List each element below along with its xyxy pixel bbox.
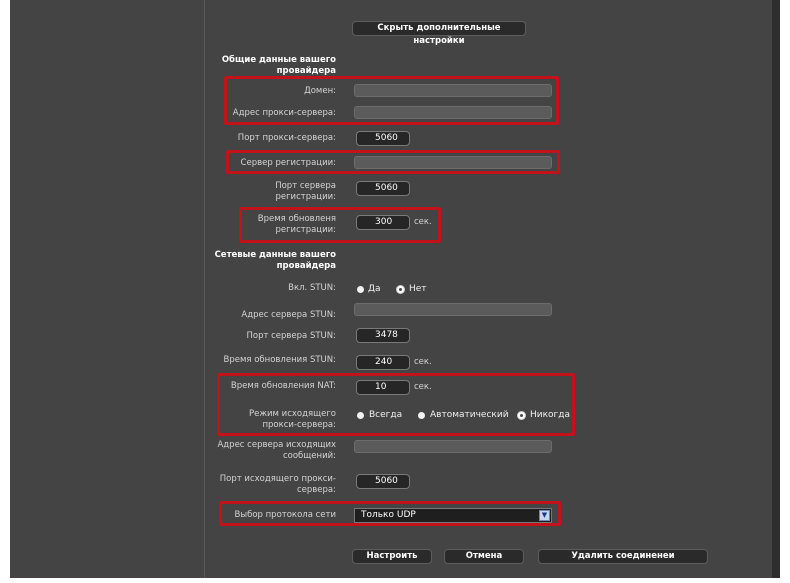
stun-no-label: Нет	[409, 284, 427, 294]
stun-port-input[interactable]: 3478	[356, 328, 410, 343]
stun-port-label: Порт сервера STUN:	[246, 331, 336, 341]
registrar-port-input[interactable]: 5060	[356, 181, 410, 196]
stun-yes-radio[interactable]	[357, 286, 364, 293]
section-title-provider-network: Сетевые данные вашего провайдера	[214, 250, 336, 271]
registrar-port-label: Порт сервера регистрации:	[275, 181, 336, 202]
stun-refresh-unit: сек.	[414, 357, 432, 367]
stun-address-label: Адрес сервера STUN:	[241, 310, 336, 320]
highlight-box-reg-refresh	[239, 207, 441, 243]
section-title-provider-general: Общие данные вашего провайдера	[221, 55, 336, 76]
highlight-box-registrar	[226, 150, 560, 174]
proxy-port-label: Порт прокси-сервера:	[237, 133, 336, 143]
configure-button[interactable]: Настроить	[352, 549, 432, 564]
hide-advanced-settings-button[interactable]: Скрыть дополнительные настройки	[352, 21, 526, 46]
stun-no-radio[interactable]	[397, 286, 404, 293]
highlight-box-domain-proxy	[224, 76, 559, 125]
stun-address-input[interactable]	[354, 303, 552, 316]
stun-yes-label: Да	[368, 284, 381, 294]
delete-connection-button[interactable]: Удалить соединенеи	[538, 549, 708, 564]
stun-refresh-label: Время обновления STUN:	[223, 355, 336, 365]
stun-refresh-input[interactable]: 240	[356, 355, 410, 370]
outbound-address-input[interactable]	[354, 440, 552, 453]
outbound-port-input[interactable]: 5060	[356, 474, 410, 489]
stun-enable-label: Вкл. STUN:	[288, 283, 336, 293]
scrollbar[interactable]	[772, 0, 780, 578]
cancel-button[interactable]: Отмена	[444, 549, 524, 564]
proxy-port-input[interactable]: 5060	[356, 131, 410, 146]
outbound-port-label: Порт исходящего прокси-сервера:	[219, 474, 336, 495]
highlight-box-nat-outbound	[217, 373, 575, 436]
outbound-address-label: Адрес сервера исходящих сообщений:	[217, 440, 336, 461]
highlight-box-protocol	[219, 501, 561, 526]
